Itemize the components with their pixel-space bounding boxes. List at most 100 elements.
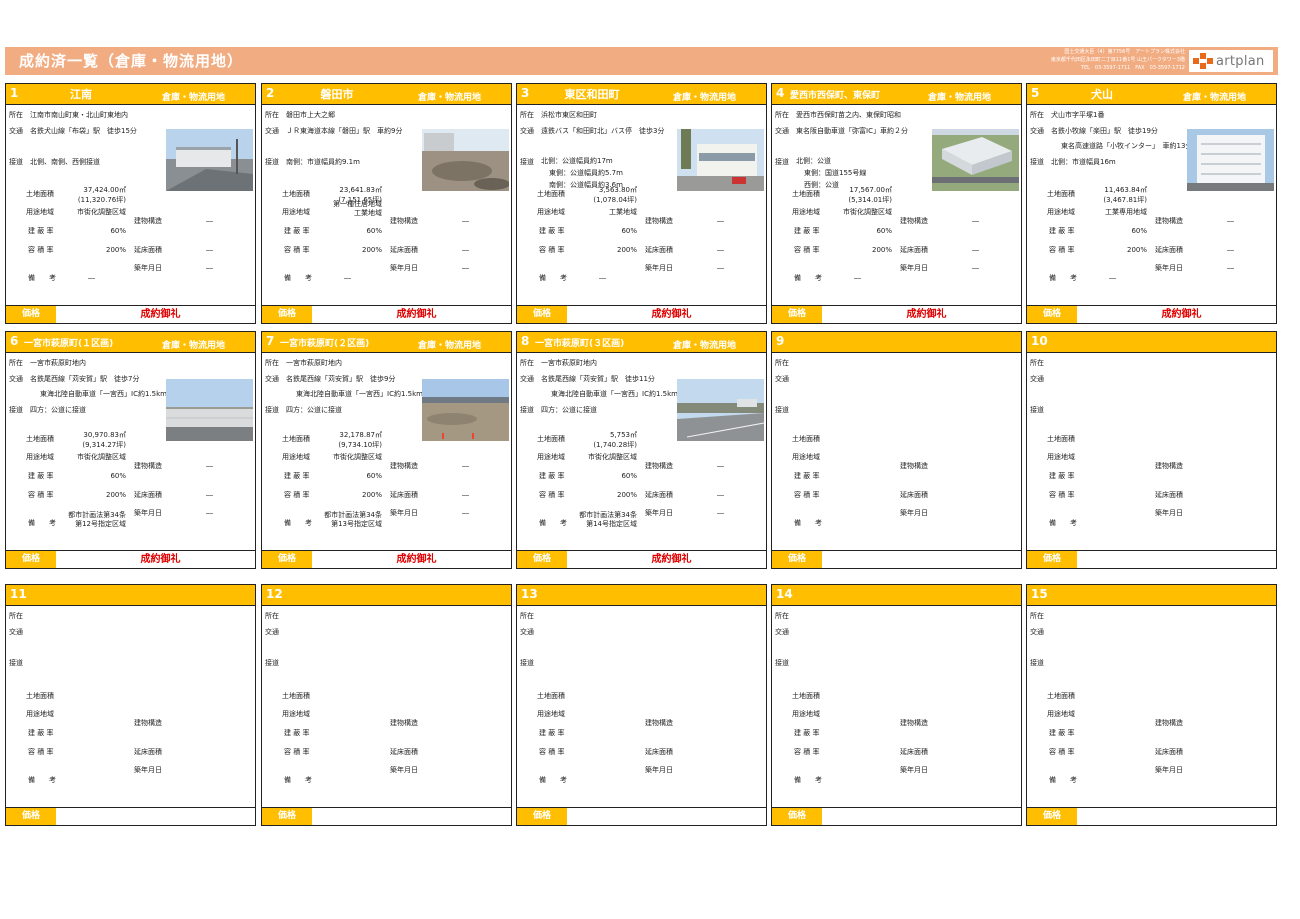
card-header: 3 東区和田町 倉庫・物流用地 [517, 84, 766, 105]
property-photo[interactable] [422, 379, 509, 441]
property-card[interactable]: 4 愛西市西保町、東保町 倉庫・物流用地 所在 交通 接道 土地面積 用途地域建 蔽 率容 積… [771, 83, 1022, 324]
property-card[interactable]: 10 所在 交通 接道 土地面積 用途地域建 蔽 率容 積 率備 考 建物構造 延床面積 築年月… [1026, 331, 1277, 569]
label-road: 接道 [1030, 406, 1044, 414]
price-label: 価格 [1027, 306, 1077, 323]
property-card[interactable]: 15 所在 交通 接道 土地面積 用途地域建 蔽 率容 積 率備 考 建物構造 延床面積 築年月… [1026, 584, 1277, 826]
zoning-value: 工業専用地域 [1105, 208, 1147, 216]
card-place-name: 磐田市 [320, 88, 354, 101]
card-place-name: 犬山 [1091, 88, 1113, 101]
label-bcr: 建 蔽 率 [28, 729, 54, 737]
label-structure: 建物構造 [900, 462, 928, 470]
property-photo[interactable] [422, 129, 509, 191]
floor-area-value: ― [206, 246, 213, 254]
label-traffic: 交通 [1030, 375, 1044, 383]
structure-value: ― [206, 217, 213, 225]
card-header: 6 一宮市萩原町(１区画) 倉庫・物流用地 [6, 332, 255, 353]
price-label: 価格 [772, 551, 822, 568]
far-value: 200% [616, 246, 637, 254]
far-value: 200% [871, 246, 892, 254]
floor-area-value: ― [972, 246, 979, 254]
remarks-value: ― [1109, 274, 1116, 282]
built-date-value: ― [1227, 264, 1234, 272]
property-photo[interactable] [1187, 129, 1274, 191]
traffic-value: 名鉄尾西線「苅安賀」駅 徒歩7分 [30, 375, 140, 383]
property-card[interactable]: 13 所在 交通 接道 土地面積 用途地域建 蔽 率容 積 率備 考 建物構造 延床面積 築年月… [516, 584, 767, 826]
card-header: 8 一宮市萩原町(３区画) 倉庫・物流用地 [517, 332, 766, 353]
remarks-value: ― [88, 274, 95, 282]
traffic-value: ＪＲ東海道本線「磐田」駅 車約9分 [286, 127, 403, 135]
property-card[interactable]: 8 一宮市萩原町(３区画) 倉庫・物流用地 所在 交通 接道 土地面積 用途地域建 蔽 率容 … [516, 331, 767, 569]
land-area-value: 23,641.83㎡ [339, 186, 382, 194]
label-address: 所在 [9, 111, 23, 119]
label-remarks: 備 考 [284, 776, 312, 784]
price-label: 価格 [517, 808, 567, 825]
label-address: 所在 [520, 111, 534, 119]
floor-area-value: ― [717, 246, 724, 254]
label-far: 容 積 率 [284, 748, 310, 756]
price-label: 価格 [1027, 808, 1077, 825]
label-floor-area: 延床面積 [1155, 246, 1183, 254]
label-road: 接道 [520, 659, 534, 667]
property-card[interactable]: 12 所在 交通 接道 土地面積 用途地域建 蔽 率容 積 率備 考 建物構造 延床面積 築年月… [261, 584, 512, 826]
property-card[interactable]: 2 磐田市 倉庫・物流用地 所在 交通 接道 土地面積 用途地域建 蔽 率容 積 率備 考建物… [261, 83, 512, 324]
label-far: 容 積 率 [1049, 491, 1075, 499]
label-land-area: 土地面積 [26, 692, 54, 700]
card-header: 13 [517, 585, 766, 606]
card-category: 倉庫・物流用地 [161, 341, 225, 351]
label-traffic: 交通 [1030, 628, 1044, 636]
label-zoning: 用途地域 [1047, 453, 1075, 461]
label-land-area: 土地面積 [537, 692, 565, 700]
land-area-tsubo-value: (11,320.76坪) [77, 196, 126, 204]
price-row: 価格 成約御礼 [6, 550, 255, 568]
traffic-value: 名鉄犬山線「布袋」駅 徒歩15分 [30, 127, 137, 135]
card-number: 10 [1031, 334, 1048, 348]
zoning-value: 工業地域 [354, 209, 382, 217]
zoning-value: 市街化調整区域 [843, 208, 892, 216]
property-photo[interactable] [677, 379, 764, 441]
label-zoning: 用途地域 [282, 710, 310, 718]
label-zoning: 用途地域 [537, 710, 565, 718]
property-card[interactable]: 1 江南 倉庫・物流用地 所在 交通 接道 土地面積 用途地域建 蔽 率容 積 率備 考建物構… [5, 83, 256, 324]
property-card[interactable]: 3 東区和田町 倉庫・物流用地 所在 交通 接道 土地面積 用途地域建 蔽 率容 積 率備 考… [516, 83, 767, 324]
address-value: 一宮市萩原町地内 [30, 359, 86, 367]
far-value: 200% [105, 246, 126, 254]
label-structure: 建物構造 [134, 462, 162, 470]
property-card[interactable]: 11 所在 交通 接道 土地面積 用途地域建 蔽 率容 積 率備 考 建物構造 延床面積 築年月… [5, 584, 256, 826]
label-traffic: 交通 [1030, 127, 1044, 135]
price-label: 価格 [262, 808, 312, 825]
property-card[interactable]: 5 犬山 倉庫・物流用地 所在 交通 接道 土地面積 用途地域建 蔽 率容 積 率備 考建物構… [1026, 83, 1277, 324]
label-traffic: 交通 [775, 628, 789, 636]
property-photo[interactable] [166, 129, 253, 191]
card-header: 5 犬山 倉庫・物流用地 [1027, 84, 1276, 105]
card-place-name: 江南 [70, 88, 92, 101]
label-built-date: 築年月日 [900, 766, 928, 774]
card-number: 7 [266, 334, 275, 348]
label-road: 接道 [9, 659, 23, 667]
property-card[interactable]: 14 所在 交通 接道 土地面積 用途地域建 蔽 率容 積 率備 考 建物構造 延床面積 築年月… [771, 584, 1022, 826]
remarks-value: ― [599, 274, 606, 282]
card-category: 倉庫・物流用地 [417, 93, 481, 103]
property-photo[interactable] [677, 129, 764, 191]
label-structure: 建物構造 [134, 217, 162, 225]
label-road: 接道 [520, 158, 534, 166]
price-value: 成約御礼 [651, 309, 692, 320]
property-card[interactable]: 7 一宮市萩原町(２区画) 倉庫・物流用地 所在 交通 接道 土地面積 用途地域建 蔽 率容 … [261, 331, 512, 569]
label-remarks: 備 考 [1049, 776, 1077, 784]
label-traffic: 交通 [775, 375, 789, 383]
address-value: 愛西市西保町苗之内、東保町昭和 [796, 111, 901, 119]
label-floor-area: 延床面積 [645, 246, 673, 254]
label-structure: 建物構造 [900, 217, 928, 225]
price-value: 成約御礼 [906, 309, 947, 320]
label-floor-area: 延床面積 [390, 491, 418, 499]
label-traffic: 交通 [265, 628, 279, 636]
price-row: 価格 成約御礼 [1027, 305, 1276, 323]
label-remarks: 備 考 [1049, 274, 1077, 282]
property-photo[interactable] [932, 129, 1019, 191]
property-card[interactable]: 6 一宮市萩原町(１区画) 倉庫・物流用地 所在 交通 接道 土地面積 用途地域建 蔽 率容 … [5, 331, 256, 569]
property-photo[interactable] [166, 379, 253, 441]
label-traffic: 交通 [520, 375, 534, 383]
label-built-date: 築年月日 [1155, 264, 1183, 272]
property-card[interactable]: 9 所在 交通 接道 土地面積 用途地域建 蔽 率容 積 率備 考 建物構造 延床面積 築年月日… [771, 331, 1022, 569]
price-row: 価格 成約御礼 [6, 305, 255, 323]
built-date-value: ― [717, 264, 724, 272]
